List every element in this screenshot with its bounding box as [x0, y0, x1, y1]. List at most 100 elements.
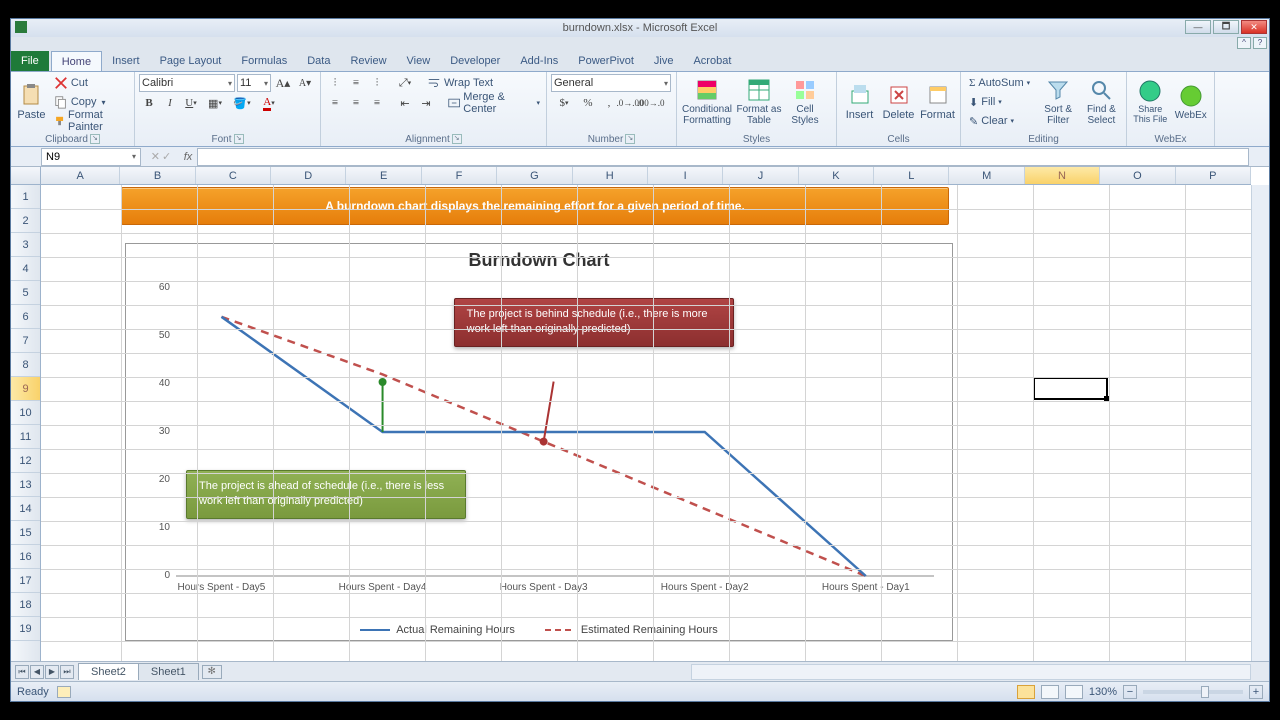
- font-name-combo[interactable]: Calibri▾: [139, 74, 235, 92]
- close-button[interactable]: ✕: [1241, 20, 1267, 34]
- dialog-launcher-icon[interactable]: ↘: [452, 134, 462, 144]
- help-icon[interactable]: ?: [1253, 37, 1267, 49]
- row-header-4[interactable]: 4: [11, 257, 40, 281]
- column-header-C[interactable]: C: [196, 167, 271, 184]
- column-header-F[interactable]: F: [422, 167, 497, 184]
- row-header-5[interactable]: 5: [11, 281, 40, 305]
- wrap-text-button[interactable]: Wrap Text: [423, 74, 523, 92]
- normal-view-button[interactable]: [1017, 685, 1035, 699]
- row-header-13[interactable]: 13: [11, 473, 40, 497]
- tab-jive[interactable]: Jive: [644, 51, 684, 71]
- column-header-M[interactable]: M: [949, 167, 1024, 184]
- sort-filter-button[interactable]: Sort & Filter: [1038, 74, 1079, 130]
- fill-button[interactable]: ⬇Fill▾: [965, 93, 1036, 111]
- column-header-L[interactable]: L: [874, 167, 949, 184]
- dialog-launcher-icon[interactable]: ↘: [625, 134, 635, 144]
- burndown-chart[interactable]: Burndown Chart The project is ahead of s…: [125, 243, 953, 641]
- column-header-B[interactable]: B: [120, 167, 195, 184]
- grow-font-button[interactable]: A▴: [273, 74, 293, 92]
- column-header-P[interactable]: P: [1176, 167, 1251, 184]
- shrink-font-button[interactable]: A▾: [295, 74, 315, 92]
- column-header-J[interactable]: J: [723, 167, 798, 184]
- decrease-indent-button[interactable]: ⇤: [395, 94, 415, 112]
- row-header-3[interactable]: 3: [11, 233, 40, 257]
- column-header-A[interactable]: A: [41, 167, 120, 184]
- row-header-6[interactable]: 6: [11, 305, 40, 329]
- tab-powerpivot[interactable]: PowerPivot: [568, 51, 644, 71]
- tab-review[interactable]: Review: [340, 51, 396, 71]
- tab-page-layout[interactable]: Page Layout: [150, 51, 232, 71]
- fill-color-button[interactable]: 🪣▾: [229, 94, 255, 112]
- tab-nav-prev-icon[interactable]: ◀: [30, 665, 44, 679]
- underline-button[interactable]: U▾: [181, 94, 201, 112]
- row-header-10[interactable]: 10: [11, 401, 40, 425]
- select-all-button[interactable]: [11, 167, 41, 185]
- sheet-tab-sheet1[interactable]: Sheet1: [138, 663, 199, 680]
- align-left-button[interactable]: ≡: [325, 94, 345, 112]
- column-header-G[interactable]: G: [497, 167, 572, 184]
- webex-button[interactable]: WebEx: [1172, 74, 1211, 130]
- italic-button[interactable]: I: [160, 94, 180, 112]
- formula-input[interactable]: [197, 148, 1249, 166]
- page-break-view-button[interactable]: [1065, 685, 1083, 699]
- currency-button[interactable]: $▾: [551, 94, 577, 112]
- align-bottom-button[interactable]: ⫶: [367, 74, 387, 92]
- font-size-combo[interactable]: 11▾: [237, 74, 271, 92]
- tab-view[interactable]: View: [397, 51, 441, 71]
- new-sheet-button[interactable]: ✻: [202, 665, 222, 679]
- decrease-decimal-button[interactable]: .00→.0: [641, 94, 661, 112]
- clear-button[interactable]: ✎Clear▾: [965, 112, 1036, 130]
- font-color-button[interactable]: A▾: [256, 94, 282, 112]
- row-header-12[interactable]: 12: [11, 449, 40, 473]
- cut-button[interactable]: Cut: [50, 74, 130, 92]
- row-header-16[interactable]: 16: [11, 545, 40, 569]
- column-header-H[interactable]: H: [573, 167, 648, 184]
- align-middle-button[interactable]: ≡: [346, 74, 366, 92]
- zoom-out-button[interactable]: −: [1123, 685, 1137, 699]
- column-header-O[interactable]: O: [1100, 167, 1175, 184]
- tab-file[interactable]: File: [11, 51, 49, 71]
- column-header-E[interactable]: E: [346, 167, 421, 184]
- zoom-in-button[interactable]: +: [1249, 685, 1263, 699]
- insert-cells-button[interactable]: Insert: [841, 74, 878, 130]
- row-header-17[interactable]: 17: [11, 569, 40, 593]
- ribbon-minimize-icon[interactable]: ^: [1237, 37, 1251, 49]
- tab-home[interactable]: Home: [51, 51, 102, 71]
- tab-nav-last-icon[interactable]: ⏭: [60, 665, 74, 679]
- vertical-scrollbar[interactable]: [1251, 185, 1269, 661]
- enter-icon[interactable]: ✓: [162, 150, 171, 163]
- macro-record-icon[interactable]: [57, 686, 71, 698]
- cancel-icon[interactable]: ✕: [151, 150, 160, 163]
- row-header-7[interactable]: 7: [11, 329, 40, 353]
- tab-data[interactable]: Data: [297, 51, 340, 71]
- tab-nav-next-icon[interactable]: ▶: [45, 665, 59, 679]
- border-button[interactable]: ▦▾: [202, 94, 228, 112]
- format-cells-button[interactable]: Format: [919, 74, 956, 130]
- paste-button[interactable]: Paste: [15, 74, 48, 130]
- align-center-button[interactable]: ≡: [346, 94, 366, 112]
- row-header-18[interactable]: 18: [11, 593, 40, 617]
- align-top-button[interactable]: ⫶: [325, 74, 345, 92]
- row-header-9[interactable]: 9: [11, 377, 40, 401]
- tab-insert[interactable]: Insert: [102, 51, 150, 71]
- row-header-1[interactable]: 1: [11, 185, 40, 209]
- delete-cells-button[interactable]: Delete: [880, 74, 917, 130]
- format-as-table-button[interactable]: Format as Table: [735, 74, 783, 130]
- number-format-combo[interactable]: General▾: [551, 74, 671, 92]
- column-header-I[interactable]: I: [648, 167, 723, 184]
- sheet-tab-sheet2[interactable]: Sheet2: [78, 663, 139, 680]
- fx-icon[interactable]: fx: [179, 151, 197, 163]
- row-header-2[interactable]: 2: [11, 209, 40, 233]
- maximize-button[interactable]: 🗖: [1213, 20, 1239, 34]
- page-layout-view-button[interactable]: [1041, 685, 1059, 699]
- dialog-launcher-icon[interactable]: ↘: [90, 134, 100, 144]
- percent-button[interactable]: %: [578, 94, 598, 112]
- bold-button[interactable]: B: [139, 94, 159, 112]
- increase-indent-button[interactable]: ⇥: [416, 94, 436, 112]
- merge-center-button[interactable]: Merge & Center▾: [444, 94, 544, 112]
- row-header-8[interactable]: 8: [11, 353, 40, 377]
- column-header-N[interactable]: N: [1025, 167, 1100, 184]
- row-header-15[interactable]: 15: [11, 521, 40, 545]
- minimize-button[interactable]: —: [1185, 20, 1211, 34]
- tab-acrobat[interactable]: Acrobat: [683, 51, 741, 71]
